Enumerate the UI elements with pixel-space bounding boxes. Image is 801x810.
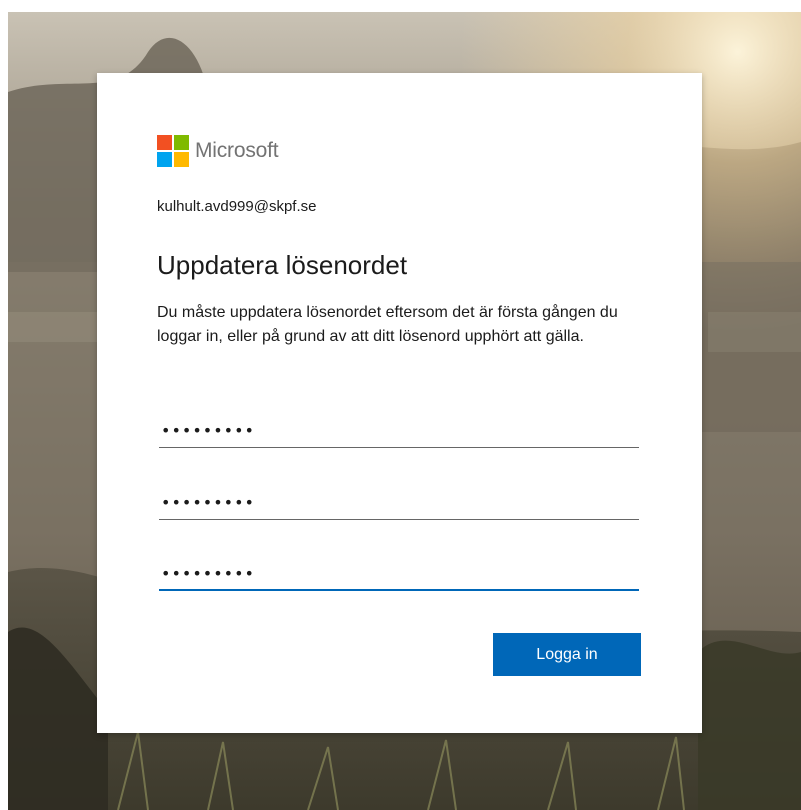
- logo-yellow-square: [174, 152, 189, 167]
- background-viewport: Microsoft kulhult.avd999@skpf.se Uppdate…: [8, 12, 801, 810]
- brand-name: Microsoft: [195, 139, 279, 162]
- logo-green-square: [174, 135, 189, 150]
- page-title: Uppdatera lösenordet: [157, 250, 408, 280]
- logo-red-square: [157, 135, 172, 150]
- microsoft-logo-icon: [157, 135, 189, 167]
- brand: Microsoft: [157, 135, 279, 167]
- login-card: Microsoft kulhult.avd999@skpf.se Uppdate…: [97, 73, 702, 733]
- account-email: kulhult.avd999@skpf.se: [157, 198, 317, 215]
- new-password-input[interactable]: [159, 486, 639, 520]
- confirm-password-input[interactable]: [159, 557, 639, 591]
- sign-in-button[interactable]: Logga in: [493, 633, 641, 676]
- description-text: Du måste uppdatera lösenordet eftersom d…: [157, 304, 618, 345]
- current-password-input[interactable]: [159, 414, 639, 448]
- logo-blue-square: [157, 152, 172, 167]
